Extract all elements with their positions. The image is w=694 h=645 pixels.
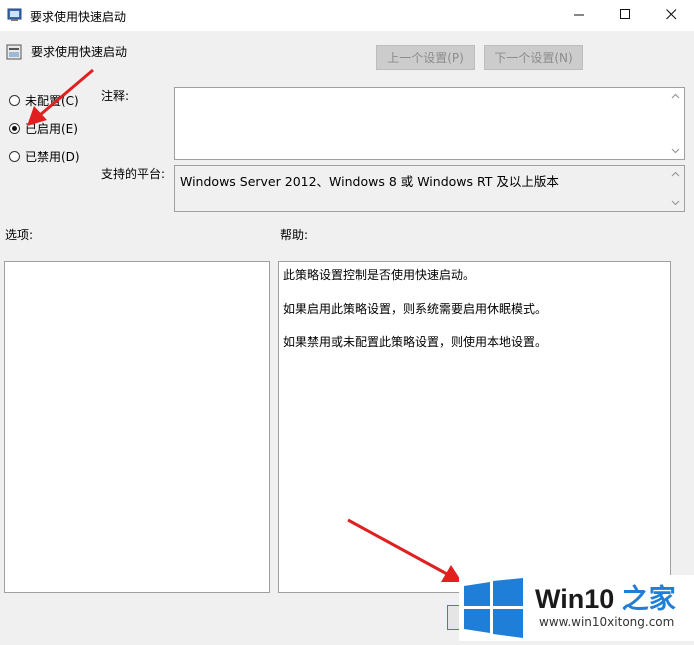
- watermark-url: www.win10xitong.com: [539, 615, 675, 629]
- watermark-title: Win10 之家: [535, 577, 676, 616]
- windows-logo-icon: [462, 578, 525, 638]
- annotation-arrow-ok: [347, 518, 462, 582]
- watermark-title-suffix: 之家: [621, 584, 676, 614]
- watermark-title-win10: Win10: [535, 584, 615, 614]
- watermark: Win10 之家 www.win10xitong.com: [459, 575, 694, 641]
- annotation-arrows: [27, 68, 462, 582]
- annotation-arrow-enabled: [27, 68, 94, 126]
